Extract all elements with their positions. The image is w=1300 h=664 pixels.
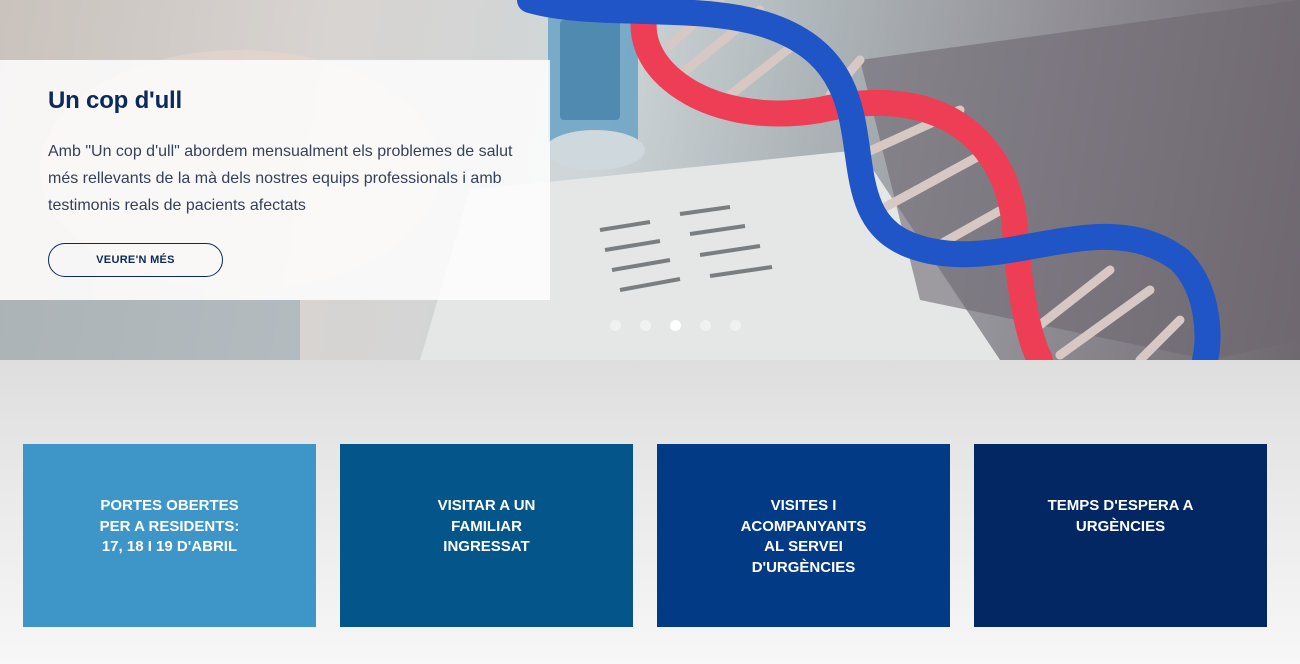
carousel-dot-2[interactable]	[640, 320, 651, 331]
carousel-dot-4[interactable]	[700, 320, 711, 331]
tile-emergency-wait-times[interactable]: TEMPS D'ESPERA A URGÈNCIES	[974, 444, 1267, 627]
tile-visit-admitted-relative[interactable]: VISITAR A UN FAMILIAR INGRESSAT	[340, 444, 633, 627]
carousel-dot-1[interactable]	[610, 320, 621, 331]
tile-label: VISITES I ACOMPANYANTS AL SERVEI D'URGÈN…	[740, 497, 867, 576]
tile-label: PORTES OBERTES PER A RESIDENTS: 17, 18 I…	[99, 497, 240, 555]
see-more-button[interactable]: VEURE'N MÉS	[48, 243, 223, 277]
tile-open-doors-residents[interactable]: PORTES OBERTES PER A RESIDENTS: 17, 18 I…	[23, 444, 316, 627]
tile-label: TEMPS D'ESPERA A URGÈNCIES	[1047, 497, 1194, 535]
hero-banner: Un cop d'ull Amb "Un cop d'ull" abordem …	[0, 0, 1300, 360]
promo-card: Un cop d'ull Amb "Un cop d'ull" abordem …	[0, 60, 550, 300]
promo-description: Amb "Un cop d'ull" abordem mensualment e…	[48, 143, 513, 214]
promo-title: Un cop d'ull	[48, 87, 182, 114]
tile-emergency-visits[interactable]: VISITES I ACOMPANYANTS AL SERVEI D'URGÈN…	[657, 444, 950, 627]
tile-label: VISITAR A UN FAMILIAR INGRESSAT	[437, 497, 536, 555]
carousel-dots	[610, 320, 741, 331]
carousel-dot-5[interactable]	[730, 320, 741, 331]
quick-links-section: PORTES OBERTES PER A RESIDENTS: 17, 18 I…	[0, 360, 1300, 664]
carousel-dot-3[interactable]	[670, 320, 681, 331]
